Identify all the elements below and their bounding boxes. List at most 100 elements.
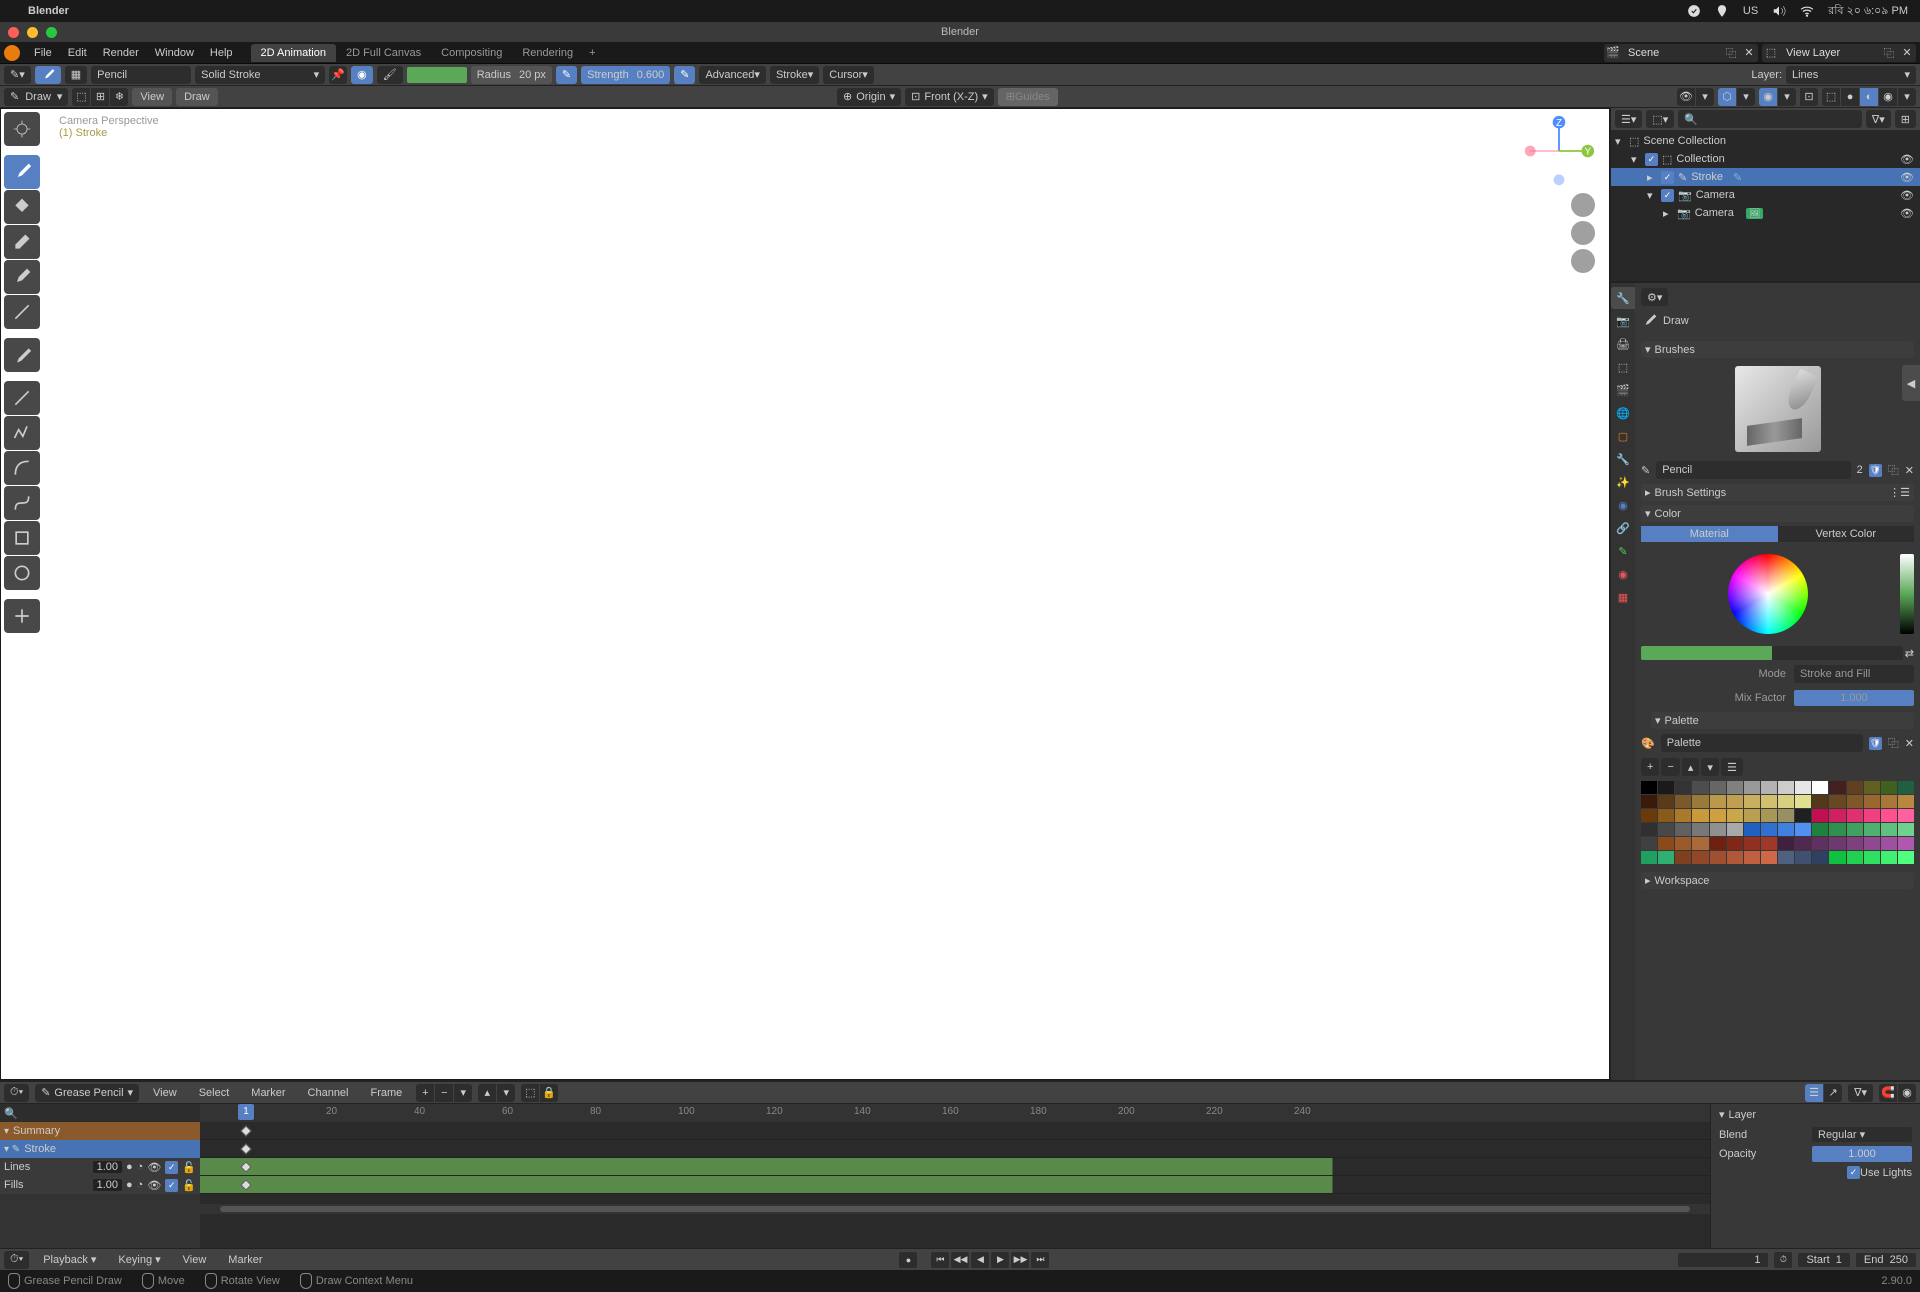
blend-dropdown[interactable]: Regular ▾ [1812, 1127, 1912, 1142]
ds-filter-icon[interactable]: ∇▾ [1848, 1084, 1873, 1102]
ds-channel-search[interactable]: 🔍 [0, 1104, 200, 1122]
prop-tab-world[interactable]: 🌐 [1611, 402, 1635, 424]
palette-swatch[interactable] [1761, 823, 1777, 836]
shading-material-icon[interactable]: ◐ [1860, 88, 1878, 106]
color-swatch[interactable] [407, 67, 467, 83]
palette-swatch[interactable] [1778, 809, 1794, 822]
tool-curve[interactable] [4, 486, 40, 520]
drawing-plane-dropdown[interactable]: ⊡ Front (X-Z)▾ [905, 88, 994, 106]
menu-file[interactable]: File [26, 45, 60, 61]
shading-dropdown[interactable]: ▾ [1898, 88, 1916, 106]
end-frame-field[interactable]: End 250 [1856, 1253, 1916, 1267]
timeline-editor-type[interactable]: ⏱▾ [4, 1251, 29, 1269]
ds-track-fills[interactable] [200, 1176, 1710, 1194]
palette-swatch[interactable] [1898, 851, 1914, 864]
selectability-dropdown[interactable]: ▾ [1696, 88, 1714, 106]
palette-swatch[interactable] [1898, 837, 1914, 850]
prop-tab-texture[interactable]: ▦ [1611, 586, 1635, 608]
palette-swatch[interactable] [1710, 781, 1726, 794]
lines-mask-icon[interactable]: ◔ [137, 1161, 144, 1173]
palette-swatch[interactable] [1692, 809, 1708, 822]
cursor-dropdown[interactable]: Cursor ▾ [823, 66, 874, 84]
outliner-editor-type[interactable]: ☰▾ [1615, 110, 1642, 128]
palette-swatch[interactable] [1898, 795, 1914, 808]
scene-selector[interactable]: 🎬 Scene ⿻ ✕ [1604, 44, 1758, 62]
palette-swatch[interactable] [1675, 851, 1691, 864]
tool-interpolate[interactable] [4, 599, 40, 633]
overlays-dropdown[interactable]: ▾ [1778, 88, 1796, 106]
jump-prev-key-button[interactable]: ◀◀ [951, 1252, 969, 1268]
palette-swatch[interactable] [1727, 837, 1743, 850]
shield-check-icon[interactable] [1687, 4, 1701, 18]
overlays-toggle-icon[interactable]: ◉ [1759, 88, 1777, 106]
ds-scrollbar[interactable] [200, 1204, 1710, 1214]
prop-editor-type[interactable]: ⚙▾ [1641, 288, 1668, 306]
palette-swatch[interactable] [1812, 809, 1828, 822]
mix-factor-slider[interactable]: 1.000 [1794, 690, 1914, 706]
ds-menu-select[interactable]: Select [191, 1085, 238, 1101]
wifi-icon[interactable] [1800, 4, 1814, 18]
palette-swatch[interactable] [1675, 837, 1691, 850]
prop-tab-physics[interactable]: ◉ [1611, 494, 1635, 516]
brush-preview[interactable] [1735, 366, 1821, 452]
palette-swatch[interactable] [1778, 837, 1794, 850]
current-frame-field[interactable]: 1 [1678, 1253, 1768, 1267]
palette-swatch[interactable] [1658, 837, 1674, 850]
prop-tab-data[interactable]: ✎ [1611, 540, 1635, 562]
palette-new-icon[interactable]: ⿻ [1888, 735, 1899, 751]
zoom-gizmo-icon[interactable] [1571, 193, 1595, 217]
brush-settings-header[interactable]: ▸ Brush Settings⋮☰ [1641, 484, 1914, 501]
palette-swatch[interactable] [1641, 837, 1657, 850]
scene-new-icon[interactable]: ⿻ [1722, 44, 1740, 62]
brushes-panel-header[interactable]: ▾ Brushes [1641, 341, 1914, 358]
lines-onion-icon[interactable]: 👁 [147, 1161, 161, 1174]
tool-line[interactable] [4, 381, 40, 415]
dopesheet-mode[interactable]: ✎ Grease Pencil▾ [35, 1084, 139, 1102]
palette-swatch[interactable] [1675, 795, 1691, 808]
camera-visibility-icon[interactable]: 👁 [1900, 189, 1914, 202]
strength-field[interactable]: Strength0.600 [581, 66, 670, 84]
ds-stroke-row[interactable]: ▾ ✎ Stroke [0, 1140, 200, 1158]
blender-logo-icon[interactable] [4, 45, 20, 61]
palette-swatch[interactable] [1692, 823, 1708, 836]
palette-swatch[interactable] [1778, 795, 1794, 808]
palette-swatch[interactable] [1847, 823, 1863, 836]
app-name[interactable]: Blender [28, 5, 69, 17]
palette-fake-user-icon[interactable]: 🛡 [1869, 737, 1882, 750]
palette-swatch[interactable] [1795, 809, 1811, 822]
workspace-tab-2d-full-canvas[interactable]: 2D Full Canvas [336, 44, 431, 62]
scene-delete-icon[interactable]: ✕ [1740, 44, 1758, 62]
lines-visible-icon[interactable]: ✓ [165, 1161, 178, 1174]
palette-swatch[interactable] [1881, 837, 1897, 850]
outliner-filter-icon[interactable]: ∇▾ [1866, 110, 1891, 128]
brush-name-field[interactable]: Pencil [91, 66, 191, 84]
autokey-button[interactable]: ● [899, 1252, 917, 1268]
palette-unlink-icon[interactable]: ✕ [1905, 737, 1914, 750]
material-field[interactable]: Solid Stroke▾ [195, 66, 325, 84]
xray-toggle-icon[interactable]: ⊡ [1800, 88, 1818, 106]
palette-swatch[interactable] [1829, 795, 1845, 808]
volume-icon[interactable] [1772, 4, 1786, 18]
palette-swatch[interactable] [1778, 823, 1794, 836]
tl-keying-menu[interactable]: Keying ▾ [110, 1251, 168, 1268]
ds-menu-channel[interactable]: Channel [300, 1085, 357, 1101]
ds-menu-marker[interactable]: Marker [243, 1085, 293, 1101]
input-lang[interactable]: US [1743, 5, 1758, 17]
palette-swatch[interactable] [1727, 781, 1743, 794]
palette-swatch[interactable] [1881, 823, 1897, 836]
shading-rendered-icon[interactable]: ◉ [1879, 88, 1897, 106]
tool-tint[interactable] [4, 260, 40, 294]
brush-name-input[interactable]: Pencil [1656, 461, 1850, 479]
fills-lock-icon[interactable]: 🔓 [182, 1179, 196, 1192]
palette-swatch[interactable] [1864, 851, 1880, 864]
ds-add-icon[interactable]: + [416, 1084, 434, 1102]
ds-track-summary[interactable] [200, 1122, 1710, 1140]
ds-track-stroke[interactable] [200, 1140, 1710, 1158]
palette-swatch[interactable] [1778, 781, 1794, 794]
draw-multiframe-icon[interactable]: ❄ [110, 88, 128, 106]
layer-dropdown[interactable]: Lines▾ [1786, 66, 1916, 84]
palette-swatch[interactable] [1829, 781, 1845, 794]
brush-new-icon[interactable]: ⿻ [1888, 462, 1899, 478]
ds-track-lines[interactable] [200, 1158, 1710, 1176]
ds-dn-icon[interactable]: ▾ [497, 1084, 515, 1102]
